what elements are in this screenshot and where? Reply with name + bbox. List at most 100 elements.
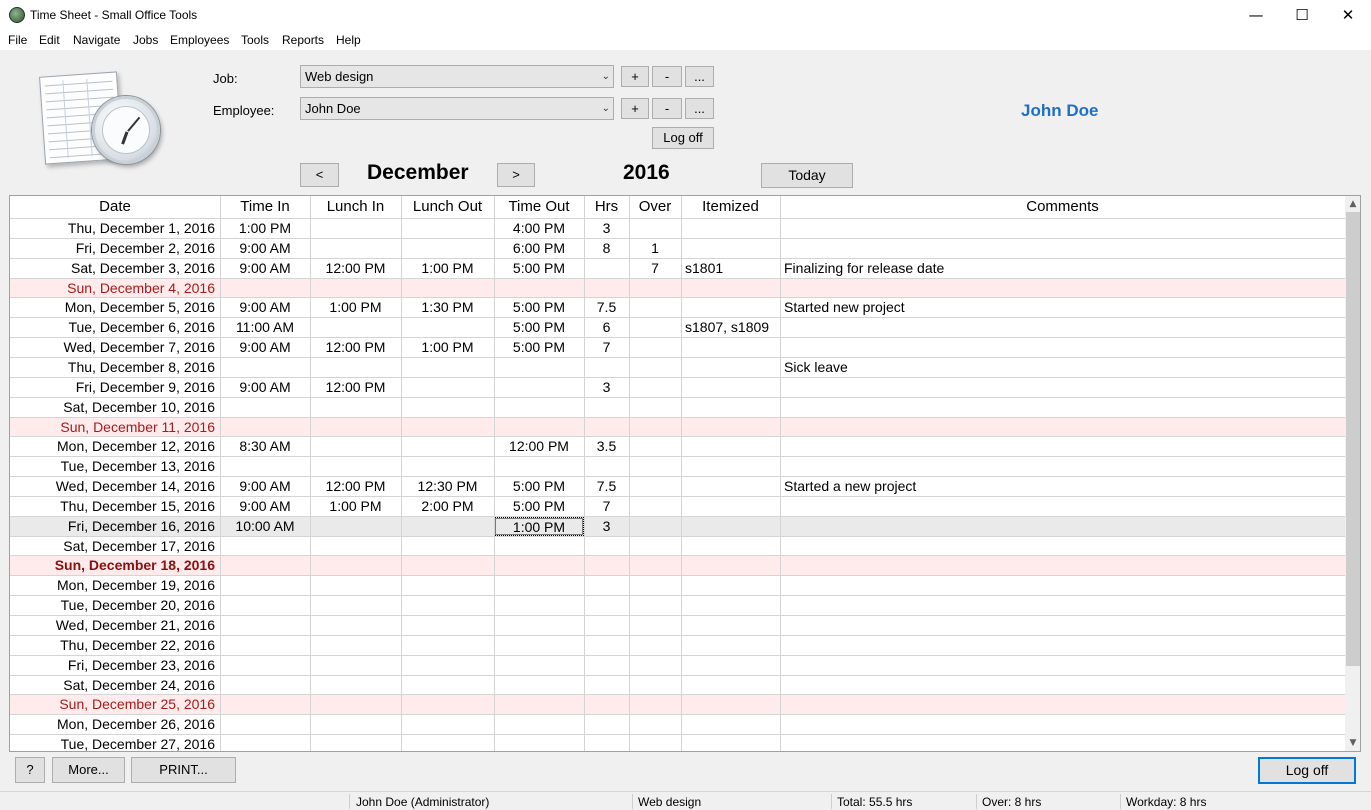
- cell-time-in[interactable]: [220, 695, 310, 714]
- cell-date[interactable]: Tue, December 27, 2016: [10, 735, 215, 751]
- cell-comments[interactable]: Sick leave: [780, 358, 1345, 377]
- cell-over[interactable]: [629, 556, 681, 575]
- cell-date[interactable]: Wed, December 21, 2016: [10, 616, 215, 635]
- col-header-over[interactable]: Over: [629, 196, 681, 218]
- cell-time-in[interactable]: [220, 596, 310, 615]
- cell-hrs[interactable]: 7: [584, 497, 629, 516]
- col-header-comments[interactable]: Comments: [780, 196, 1345, 218]
- cell-lunch-in[interactable]: [310, 715, 401, 734]
- scrollbar-thumb[interactable]: [1346, 212, 1360, 666]
- menu-reports[interactable]: Reports: [282, 33, 324, 47]
- cell-hrs[interactable]: [584, 616, 629, 635]
- cell-lunch-out[interactable]: [401, 616, 494, 635]
- cell-itemized[interactable]: [681, 437, 780, 456]
- cell-lunch-in[interactable]: [310, 576, 401, 595]
- cell-lunch-out[interactable]: 2:00 PM: [401, 497, 494, 516]
- cell-time-in[interactable]: 8:30 AM: [220, 437, 310, 456]
- table-row[interactable]: Thu, December 15, 2016 9:00 AM 1:00 PM 2:00…: [10, 495, 1345, 516]
- cell-lunch-out[interactable]: 1:30 PM: [401, 298, 494, 317]
- cell-over[interactable]: [629, 715, 681, 734]
- table-row[interactable]: Fri, December 23, 2016: [10, 654, 1345, 675]
- cell-date[interactable]: Tue, December 20, 2016: [10, 596, 215, 615]
- cell-over[interactable]: [629, 735, 681, 751]
- cell-time-out[interactable]: 5:00 PM: [494, 477, 584, 496]
- cell-time-in[interactable]: 9:00 AM: [220, 338, 310, 357]
- cell-lunch-out[interactable]: [401, 418, 494, 437]
- cell-time-in[interactable]: 9:00 AM: [220, 239, 310, 258]
- table-row[interactable]: Tue, December 27, 2016: [10, 734, 1345, 751]
- edit-jobs-button[interactable]: ...: [685, 66, 714, 87]
- table-row[interactable]: Wed, December 14, 2016 9:00 AM 12:00 PM 12:…: [10, 476, 1345, 496]
- cell-over[interactable]: [629, 695, 681, 714]
- cell-lunch-in[interactable]: [310, 219, 401, 238]
- cell-hrs[interactable]: 3.5: [584, 437, 629, 456]
- cell-time-out[interactable]: [494, 537, 584, 556]
- cell-comments[interactable]: [780, 616, 1345, 635]
- cell-lunch-in[interactable]: [310, 517, 401, 536]
- table-row[interactable]: Sun, December 18, 2016: [10, 555, 1345, 576]
- add-employee-button[interactable]: +: [621, 98, 649, 119]
- cell-lunch-in[interactable]: 12:00 PM: [310, 378, 401, 397]
- cell-hrs[interactable]: 7: [584, 338, 629, 357]
- cell-lunch-in[interactable]: 12:00 PM: [310, 338, 401, 357]
- cell-hrs[interactable]: [584, 596, 629, 615]
- cell-over[interactable]: [629, 457, 681, 476]
- cell-over[interactable]: [629, 418, 681, 437]
- cell-date[interactable]: Fri, December 16, 2016: [10, 517, 215, 536]
- menu-help[interactable]: Help: [336, 33, 361, 47]
- cell-lunch-out[interactable]: [401, 398, 494, 417]
- cell-hrs[interactable]: [584, 358, 629, 377]
- cell-date[interactable]: Sun, December 25, 2016: [10, 695, 215, 714]
- cell-hrs[interactable]: [584, 715, 629, 734]
- cell-lunch-in[interactable]: [310, 279, 401, 298]
- cell-lunch-in[interactable]: 1:00 PM: [310, 497, 401, 516]
- table-row[interactable]: Tue, December 20, 2016: [10, 595, 1345, 615]
- cell-lunch-in[interactable]: [310, 418, 401, 437]
- cell-time-out[interactable]: 1:00 PM: [494, 516, 584, 536]
- cell-hrs[interactable]: 7.5: [584, 298, 629, 317]
- col-header-time-out[interactable]: Time Out: [494, 196, 584, 218]
- cell-comments[interactable]: [780, 537, 1345, 556]
- table-row[interactable]: Fri, December 9, 2016 9:00 AM 12:00 PM 3: [10, 376, 1345, 397]
- cell-lunch-out[interactable]: [401, 239, 494, 258]
- cell-date[interactable]: Sun, December 11, 2016: [10, 418, 215, 437]
- cell-over[interactable]: [629, 596, 681, 615]
- table-row[interactable]: Thu, December 22, 2016: [10, 634, 1345, 655]
- cell-itemized[interactable]: [681, 298, 780, 317]
- cell-time-out[interactable]: [494, 715, 584, 734]
- employee-select[interactable]: John Doe ⌄: [300, 97, 614, 120]
- cell-lunch-in[interactable]: [310, 735, 401, 751]
- table-row[interactable]: Sun, December 11, 2016: [10, 416, 1345, 437]
- scroll-down-icon[interactable]: ▼: [1345, 735, 1360, 751]
- cell-comments[interactable]: [780, 715, 1345, 734]
- cell-comments[interactable]: [780, 676, 1345, 695]
- cell-date[interactable]: Sat, December 3, 2016: [10, 259, 215, 278]
- table-row[interactable]: Tue, December 6, 2016 11:00 AM 5:00 PM 6 s18…: [10, 317, 1345, 337]
- cell-time-out[interactable]: [494, 279, 584, 298]
- cell-time-out[interactable]: [494, 656, 584, 675]
- table-row[interactable]: Sun, December 25, 2016: [10, 694, 1345, 715]
- cell-time-in[interactable]: [220, 418, 310, 437]
- table-row[interactable]: Mon, December 19, 2016: [10, 575, 1345, 595]
- timesheet-grid[interactable]: Date Time In Lunch In Lunch Out Time Out…: [9, 195, 1361, 752]
- today-button[interactable]: Today: [761, 163, 853, 188]
- cell-lunch-out[interactable]: [401, 358, 494, 377]
- cell-comments[interactable]: [780, 239, 1345, 258]
- cell-itemized[interactable]: [681, 715, 780, 734]
- cell-date[interactable]: Tue, December 6, 2016: [10, 318, 215, 337]
- cell-comments[interactable]: Started new project: [780, 298, 1345, 317]
- cell-time-in[interactable]: [220, 556, 310, 575]
- cell-time-in[interactable]: 1:00 PM: [220, 219, 310, 238]
- cell-over[interactable]: [629, 219, 681, 238]
- cell-lunch-in[interactable]: [310, 239, 401, 258]
- table-row[interactable]: Mon, December 12, 2016 8:30 AM 12:00 PM 3.5: [10, 436, 1345, 456]
- cell-comments[interactable]: [780, 556, 1345, 575]
- cell-time-out[interactable]: 5:00 PM: [494, 338, 584, 357]
- cell-hrs[interactable]: [584, 656, 629, 675]
- cell-lunch-in[interactable]: [310, 398, 401, 417]
- maximize-icon[interactable]: ☐: [1279, 0, 1325, 30]
- cell-over[interactable]: [629, 437, 681, 456]
- cell-over[interactable]: [629, 676, 681, 695]
- cell-time-in[interactable]: 9:00 AM: [220, 259, 310, 278]
- cell-over[interactable]: [629, 358, 681, 377]
